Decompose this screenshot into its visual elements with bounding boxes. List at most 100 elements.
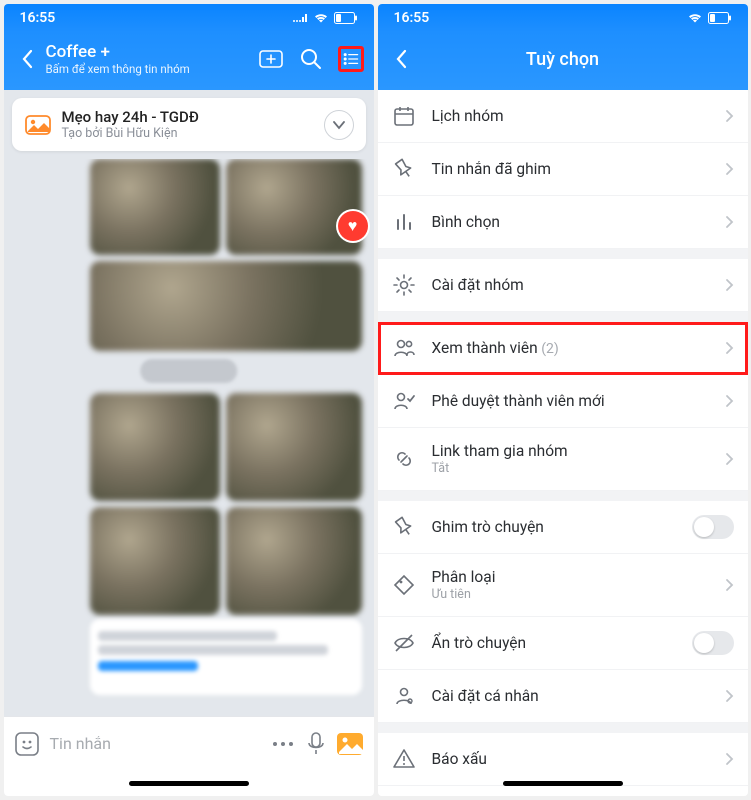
pinned-icon [392,157,416,181]
option-text: Phê duyệt thành viên mới [432,392,709,410]
tag-icon [392,573,416,597]
option-label: Ẩn trò chuyện [432,634,676,652]
personal-icon [392,684,416,708]
chevron-right-icon [725,394,734,408]
option-row-poll[interactable]: Bình chọn [378,196,748,249]
option-sublabel: Tắt [432,461,709,476]
message-input-bar: Tin nhắn [4,716,374,770]
option-label: Link tham gia nhóm [432,442,709,460]
option-text: Cài đặt nhóm [432,276,709,294]
chevron-right-icon [725,752,734,766]
status-icons [687,12,732,24]
option-row-link[interactable]: Link tham gia nhómTắt [378,428,748,491]
system-message [140,359,238,383]
sticker-button[interactable] [14,731,40,757]
option-label: Cài đặt nhóm [432,276,709,294]
options-list[interactable]: Lịch nhóm Tin nhắn đã ghim Bình chọn Cài đặ… [378,90,748,796]
option-row-members[interactable]: Xem thành viên (2) [378,322,748,375]
options-menu-button[interactable] [338,46,364,72]
chat-messages[interactable]: ♥ [4,159,374,716]
heart-reaction-icon: ♥ [338,211,368,241]
more-button[interactable] [270,739,296,749]
members-icon [392,336,416,360]
approve-icon [392,389,416,413]
option-text: Báo xấu [432,750,709,768]
option-text: Tin nhắn đã ghim [432,160,709,178]
report-icon [392,747,416,771]
option-label: Lịch nhóm [432,107,709,125]
message-card [90,619,362,695]
toggle-switch[interactable] [692,515,734,539]
screen-options: 16:55 Tuỳ chọn Lịch nhóm Tin nhắn đã ghim… [378,4,748,796]
section-gap [378,723,748,733]
option-text: Ẩn trò chuyện [432,634,676,652]
chevron-right-icon [725,215,734,229]
chevron-right-icon [725,578,734,592]
link-icon [392,447,416,471]
option-row-pinchat[interactable]: Ghim trò chuyện [378,501,748,554]
search-button[interactable] [298,46,324,72]
poll-icon [392,210,416,234]
chat-subtitle: Bấm để xem thông tin nhóm [46,62,258,76]
chat-title-block[interactable]: Coffee + Bấm để xem thông tin nhóm [40,42,258,76]
option-row-tag[interactable]: Phân loạiƯu tiên [378,554,748,617]
screen-chat: 16:55 Coffee + Bấm để xem thông tin nhóm [4,4,374,796]
chat-header: Coffee + Bấm để xem thông tin nhóm [4,32,374,90]
back-button[interactable] [14,46,40,72]
chevron-right-icon [725,109,734,123]
option-text: Bình chọn [432,213,709,231]
settings-icon [392,273,416,297]
add-media-button[interactable] [258,46,284,72]
status-icons [292,12,358,24]
pinned-message-card[interactable]: Mẹo hay 24h - TGDĐ Tạo bởi Bùi Hữu Kiện [12,98,366,151]
pinned-icon [24,111,52,139]
status-bar: 16:55 [4,4,374,32]
option-text: Lịch nhóm [432,107,709,125]
option-label: Cài đặt cá nhân [432,687,709,705]
calendar-icon [392,104,416,128]
message-input[interactable]: Tin nhắn [50,734,260,753]
option-text: Link tham gia nhómTắt [432,442,709,476]
option-text: Cài đặt cá nhân [432,687,709,705]
hide-icon [392,631,416,655]
pinchat-icon [392,515,416,539]
option-row-personal[interactable]: Cài đặt cá nhân [378,670,748,723]
pinned-title: Mẹo hay 24h - TGDĐ [62,108,314,126]
option-text: Ghim trò chuyện [432,518,676,536]
option-label: Phân loại [432,568,709,586]
page-title: Tuỳ chọn [526,49,599,70]
option-label: Ghim trò chuyện [432,518,676,536]
chat-title: Coffee + [46,42,258,62]
status-time: 16:55 [394,10,430,26]
home-indicator [4,770,374,796]
expand-pinned-button[interactable] [324,110,354,140]
image-button[interactable] [336,732,364,756]
chevron-right-icon [725,278,734,292]
chevron-right-icon [725,689,734,703]
option-text: Xem thành viên (2) [432,339,709,357]
home-indicator [378,770,748,796]
toggle-switch[interactable] [692,631,734,655]
section-gap [378,312,748,322]
option-row-settings[interactable]: Cài đặt nhóm [378,259,748,312]
option-label: Tin nhắn đã ghim [432,160,709,178]
option-label: Bình chọn [432,213,709,231]
status-time: 16:55 [20,10,56,26]
pinned-subtitle: Tạo bởi Bùi Hữu Kiện [62,126,314,141]
option-sublabel: Ưu tiên [432,587,709,602]
section-gap [378,249,748,259]
back-button[interactable] [388,46,414,72]
option-label: Xem thành viên (2) [432,339,709,357]
option-label: Báo xấu [432,750,709,768]
chevron-right-icon [725,452,734,466]
option-label: Phê duyệt thành viên mới [432,392,709,410]
voice-button[interactable] [306,731,326,757]
options-header: Tuỳ chọn [378,32,748,90]
option-text: Phân loạiƯu tiên [432,568,709,602]
option-row-pinned[interactable]: Tin nhắn đã ghim [378,143,748,196]
option-row-approve[interactable]: Phê duyệt thành viên mới [378,375,748,428]
option-row-calendar[interactable]: Lịch nhóm [378,90,748,143]
chevron-right-icon [725,162,734,176]
option-row-hide[interactable]: Ẩn trò chuyện [378,617,748,670]
chevron-right-icon [725,341,734,355]
